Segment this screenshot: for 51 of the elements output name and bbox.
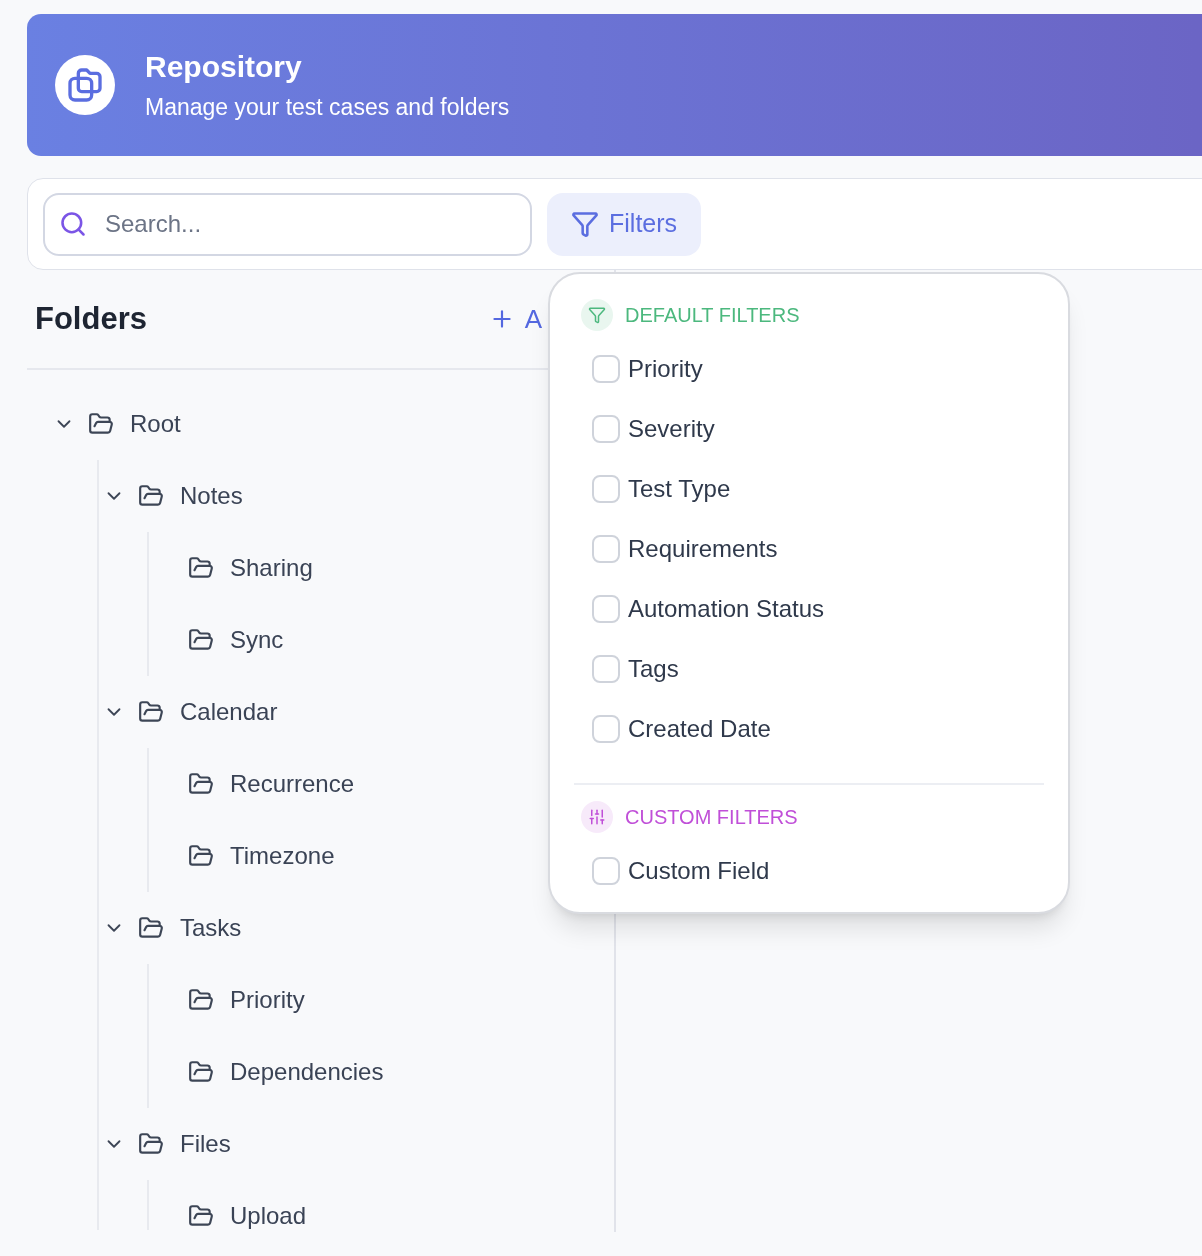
folder-name[interactable]: Tasks (180, 910, 242, 946)
folder-icon (188, 1203, 214, 1229)
folder-icon (138, 1131, 164, 1157)
folder-name[interactable]: Recurrence (230, 766, 355, 802)
folder-icon (188, 1059, 214, 1085)
folder-name[interactable]: Timezone (230, 838, 335, 874)
folder-name[interactable]: Files (180, 1126, 231, 1162)
folder-icon (138, 915, 164, 941)
filter-section-title: CUSTOM FILTERS (625, 805, 798, 830)
search-icon (59, 209, 87, 238)
checkbox[interactable] (592, 715, 620, 743)
folder-name[interactable]: Notes (180, 478, 243, 514)
folders-title: Folders (35, 299, 147, 338)
folder-name[interactable]: Sync (230, 622, 284, 658)
checkbox[interactable] (592, 535, 620, 563)
checkbox[interactable] (592, 415, 620, 443)
page-subtitle: Manage your test cases and folders (145, 93, 510, 123)
checkbox[interactable] (592, 655, 620, 683)
filter-option-label[interactable]: Test Type (628, 471, 731, 507)
folder-name[interactable]: Sharing (230, 550, 313, 586)
filter-option-label[interactable]: Requirements (628, 531, 778, 567)
page-title: Repository (145, 48, 303, 85)
folder-name[interactable]: Upload (230, 1198, 307, 1230)
folder-name[interactable]: Priority (230, 982, 305, 1018)
filter-option-label[interactable]: Custom Field (628, 853, 770, 889)
checkbox[interactable] (592, 857, 620, 885)
checkbox[interactable] (592, 595, 620, 623)
folder-name[interactable]: Root (130, 406, 181, 442)
folder-icon (188, 987, 214, 1013)
filter-icon (571, 210, 599, 238)
folder-icon (88, 411, 114, 437)
filter-option-label[interactable]: Automation Status (628, 591, 825, 627)
folder-icon (188, 771, 214, 797)
filters-button[interactable]: Filters (547, 192, 702, 256)
filter-option-label[interactable]: Tags (628, 651, 679, 687)
folder-icon (188, 627, 214, 653)
filter-section-title: DEFAULT FILTERS (625, 303, 800, 328)
checkbox[interactable] (592, 475, 620, 503)
folder-icon (188, 555, 214, 581)
add-folder-button[interactable]: A (488, 299, 542, 339)
filter-option-label[interactable]: Created Date (628, 711, 771, 747)
search-field[interactable]: Search... (43, 192, 532, 256)
checkbox[interactable] (592, 355, 620, 383)
folder-icon (138, 483, 164, 509)
filter-option-label[interactable]: Priority (628, 351, 703, 387)
filter-option-label[interactable]: Severity (628, 411, 715, 447)
folder-name[interactable]: Calendar (180, 694, 278, 730)
folder-name[interactable]: Dependencies (230, 1054, 384, 1090)
folder-icon (188, 843, 214, 869)
folder-icon (138, 699, 164, 725)
folders-logo-icon (55, 55, 115, 115)
